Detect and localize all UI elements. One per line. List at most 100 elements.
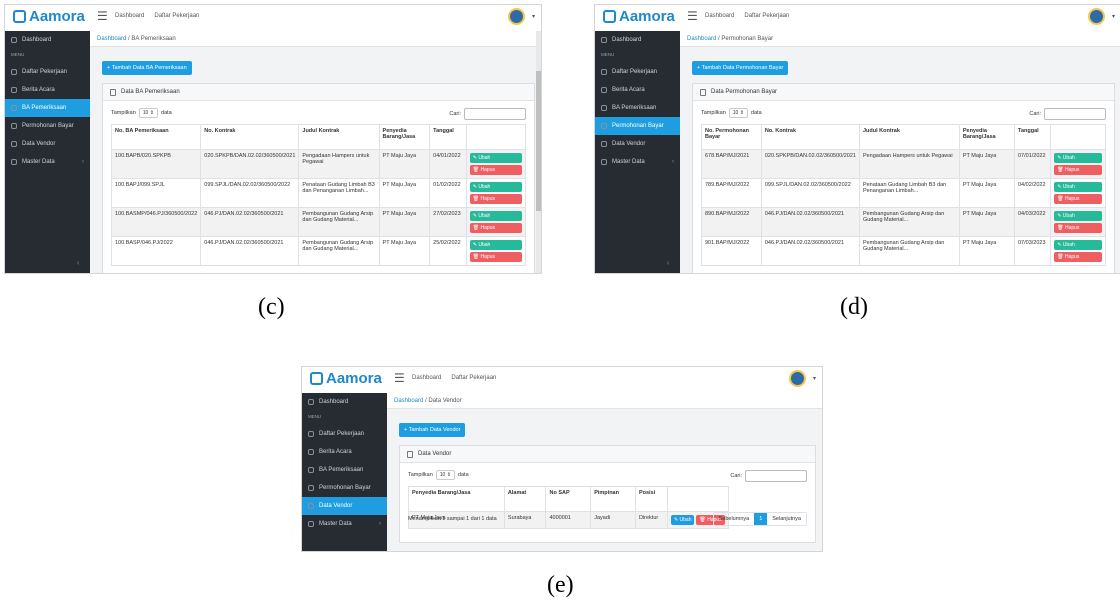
delete-button[interactable]: 🗑 Hapus bbox=[1054, 165, 1102, 175]
top-bar: Aamora ☰ Dashboard Daftar Pekerjaan ▾ bbox=[302, 367, 822, 394]
vendor-icon bbox=[308, 503, 314, 509]
topnav-daftar-pekerjaan[interactable]: Daftar Pekerjaan bbox=[451, 375, 496, 381]
card-title: Data Vendor bbox=[418, 451, 452, 457]
scrollbar-thumb[interactable] bbox=[536, 71, 541, 211]
column-header[interactable]: No SAP bbox=[545, 486, 592, 512]
sidebar-item-data-vendor[interactable]: Data Vendor bbox=[595, 135, 680, 153]
edit-button[interactable]: ✎ Ubah bbox=[1054, 240, 1102, 250]
chevron-down-icon[interactable]: ▾ bbox=[813, 375, 816, 382]
sidebar-item-berita-acara[interactable]: Berita Acara bbox=[595, 81, 680, 99]
scrollbar[interactable] bbox=[536, 31, 541, 273]
column-header[interactable]: Penyedia Barang/Jasa bbox=[958, 124, 1016, 150]
add-ba-pemeriksaan-button[interactable]: + Tambah Data BA Pemeriksaan bbox=[102, 61, 192, 75]
pagination-prev[interactable]: Sebelumnya bbox=[714, 513, 755, 525]
column-header[interactable]: Tanggal bbox=[1013, 124, 1052, 150]
pagination-page[interactable]: 1 bbox=[754, 513, 768, 525]
collapse-sidebar-icon[interactable]: ‹ bbox=[77, 260, 79, 267]
screenshot-ba-pemeriksaan: Aamora ☰ Dashboard Daftar Pekerjaan ▾ Da… bbox=[4, 4, 542, 274]
column-header-actions bbox=[1050, 124, 1106, 150]
column-header[interactable]: Alamat bbox=[503, 486, 547, 512]
sidebar-item-berita-acara[interactable]: Berita Acara bbox=[5, 81, 90, 99]
edit-button[interactable]: ✎ Ubah bbox=[1054, 153, 1102, 163]
avatar[interactable] bbox=[1088, 8, 1105, 25]
sidebar-item-permohonan-bayar[interactable]: Permohonan Bayar bbox=[5, 117, 90, 135]
column-header[interactable]: Penyedia Barang/Jasa bbox=[378, 124, 431, 150]
sidebar-item-master-data[interactable]: Master Data ‹ bbox=[595, 153, 680, 171]
column-header[interactable]: Penyedia Barang/Jasa bbox=[408, 486, 505, 512]
column-header[interactable]: Tanggal bbox=[429, 124, 467, 150]
sidebar-item-dashboard[interactable]: Dashboard bbox=[595, 31, 680, 49]
hamburger-icon[interactable]: ☰ bbox=[394, 371, 405, 385]
breadcrumb-home[interactable]: Dashboard bbox=[394, 398, 423, 404]
breadcrumb-home[interactable]: Dashboard bbox=[687, 36, 716, 42]
page-length-select[interactable]: 10 ⇕ bbox=[435, 470, 455, 480]
sidebar-item-dashboard[interactable]: Dashboard bbox=[5, 31, 90, 49]
column-header[interactable]: No. Kontrak bbox=[200, 124, 300, 150]
collapse-sidebar-icon[interactable]: ‹ bbox=[667, 260, 669, 267]
edit-button[interactable]: ✎ Ubah bbox=[469, 182, 522, 192]
sidebar-item-dashboard[interactable]: Dashboard bbox=[302, 393, 387, 411]
column-header[interactable]: No. Permohonan Bayar bbox=[701, 124, 762, 150]
chevron-down-icon[interactable]: ▾ bbox=[532, 13, 535, 20]
column-header[interactable]: Posisi bbox=[634, 486, 668, 512]
hamburger-icon[interactable]: ☰ bbox=[97, 9, 108, 23]
sidebar-item-ba-pemeriksaan[interactable]: BA Pemeriksaan bbox=[595, 99, 680, 117]
brand-logo[interactable]: Aamora bbox=[603, 8, 675, 25]
breadcrumb-home[interactable]: Dashboard bbox=[97, 36, 126, 42]
edit-button[interactable]: ✎ Ubah bbox=[1054, 182, 1102, 192]
edit-button[interactable]: ✎ Ubah bbox=[469, 153, 522, 163]
search-input[interactable] bbox=[1044, 108, 1106, 120]
sidebar-item-daftar-pekerjaan[interactable]: Daftar Pekerjaan bbox=[302, 425, 387, 443]
breadcrumb-current: Permohonan Bayar bbox=[721, 36, 774, 42]
sidebar-item-master-data[interactable]: Master Data ‹ bbox=[302, 515, 387, 533]
sidebar-item-daftar-pekerjaan[interactable]: Daftar Pekerjaan bbox=[595, 63, 680, 81]
topnav-dashboard[interactable]: Dashboard bbox=[705, 13, 734, 19]
sidebar-item-permohonan-bayar[interactable]: Permohonan Bayar bbox=[595, 117, 680, 135]
topnav-daftar-pekerjaan[interactable]: Daftar Pekerjaan bbox=[744, 13, 789, 19]
topnav-dashboard[interactable]: Dashboard bbox=[412, 375, 441, 381]
edit-button[interactable]: ✎ Ubah bbox=[1054, 211, 1102, 221]
sidebar-item-ba-pemeriksaan[interactable]: BA Pemeriksaan bbox=[5, 99, 90, 117]
avatar[interactable] bbox=[789, 370, 806, 387]
edit-button[interactable]: ✎ Ubah bbox=[469, 240, 522, 250]
edit-button[interactable]: ✎ Ubah bbox=[670, 515, 695, 525]
topnav-daftar-pekerjaan[interactable]: Daftar Pekerjaan bbox=[154, 13, 199, 19]
sidebar-item-data-vendor[interactable]: Data Vendor bbox=[302, 497, 387, 515]
hamburger-icon[interactable]: ☰ bbox=[687, 9, 698, 23]
add-permohonan-bayar-button[interactable]: + Tambah Data Permohonan Bayar bbox=[692, 61, 789, 75]
column-header[interactable]: Judul Kontrak bbox=[298, 124, 380, 150]
main-content: Dashboard / BA Pemeriksaan + Tambah Data… bbox=[90, 31, 541, 273]
page-length-select[interactable]: 10 ⇕ bbox=[728, 108, 748, 118]
delete-button[interactable]: 🗑 Hapus bbox=[469, 252, 522, 262]
sidebar-item-berita-acara[interactable]: Berita Acara bbox=[302, 443, 387, 461]
payment-icon bbox=[601, 123, 607, 129]
column-header[interactable]: Pimpinan bbox=[590, 486, 636, 512]
column-header[interactable]: Judul Kontrak bbox=[858, 124, 960, 150]
delete-button[interactable]: 🗑 Hapus bbox=[469, 194, 522, 204]
brand-logo[interactable]: Aamora bbox=[310, 370, 382, 387]
delete-button[interactable]: 🗑 Hapus bbox=[1054, 252, 1102, 262]
column-header[interactable]: No. BA Pemeriksaan bbox=[110, 124, 202, 150]
delete-button[interactable]: 🗑 Hapus bbox=[469, 223, 522, 233]
pagination-next[interactable]: Selanjutnya bbox=[767, 513, 806, 525]
sidebar-item-permohonan-bayar[interactable]: Permohonan Bayar bbox=[302, 479, 387, 497]
delete-button[interactable]: 🗑 Hapus bbox=[469, 165, 522, 175]
chevron-down-icon[interactable]: ▾ bbox=[1112, 13, 1115, 20]
sidebar-menu-heading: MENU bbox=[11, 52, 25, 57]
topnav-dashboard[interactable]: Dashboard bbox=[115, 13, 144, 19]
search-input[interactable] bbox=[745, 470, 807, 482]
column-header[interactable]: No. Kontrak bbox=[760, 124, 860, 150]
sidebar-item-daftar-pekerjaan[interactable]: Daftar Pekerjaan bbox=[5, 63, 90, 81]
sidebar-item-data-vendor[interactable]: Data Vendor bbox=[5, 135, 90, 153]
add-vendor-button[interactable]: + Tambah Data Vendor bbox=[399, 423, 466, 437]
avatar[interactable] bbox=[508, 8, 525, 25]
delete-button[interactable]: 🗑 Hapus bbox=[1054, 223, 1102, 233]
edit-button[interactable]: ✎ Ubah bbox=[469, 211, 522, 221]
delete-button[interactable]: 🗑 Hapus bbox=[1054, 194, 1102, 204]
search-input[interactable] bbox=[464, 108, 526, 120]
search-control: Cari: bbox=[730, 470, 807, 482]
page-length-select[interactable]: 10 ⇕ bbox=[138, 108, 158, 118]
sidebar-item-ba-pemeriksaan[interactable]: BA Pemeriksaan bbox=[302, 461, 387, 479]
brand-logo[interactable]: Aamora bbox=[13, 8, 85, 25]
sidebar-item-master-data[interactable]: Master Data ‹ bbox=[5, 153, 90, 171]
